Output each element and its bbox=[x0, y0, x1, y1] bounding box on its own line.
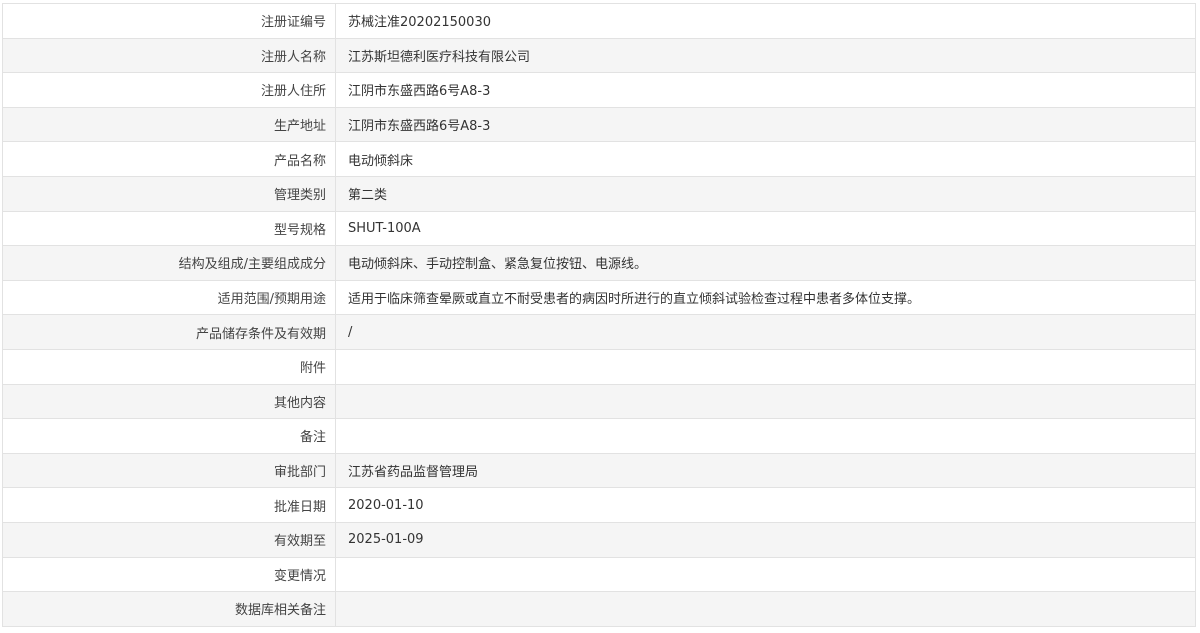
field-value: 2020-01-10 bbox=[335, 487, 1196, 523]
field-value: 适用于临床筛查晕厥或直立不耐受患者的病因时所进行的直立倾斜试验检查过程中患者多体… bbox=[335, 279, 1196, 316]
field-value: 江苏省药品监督管理局 bbox=[335, 452, 1196, 489]
field-value: SHUT-100A bbox=[335, 210, 1196, 247]
field-value: 第二类 bbox=[335, 175, 1196, 212]
table-row: 注册人名称 江苏斯坦德利医疗科技有限公司 bbox=[2, 37, 1196, 74]
field-label: 备注 bbox=[2, 418, 336, 454]
table-row: 产品名称 电动倾斜床 bbox=[2, 141, 1196, 177]
table-row: 结构及组成/主要组成成分 电动倾斜床、手动控制盒、紧急复位按钮、电源线。 bbox=[2, 245, 1196, 281]
field-value bbox=[335, 418, 1196, 454]
table-row: 变更情况 bbox=[2, 556, 1196, 593]
table-row: 适用范围/预期用途 适用于临床筛查晕厥或直立不耐受患者的病因时所进行的直立倾斜试… bbox=[2, 279, 1196, 316]
field-value: 苏械注准20202150030 bbox=[335, 3, 1196, 39]
table-row: 管理类别 第二类 bbox=[2, 175, 1196, 212]
field-label: 注册人名称 bbox=[2, 37, 336, 74]
field-value: 电动倾斜床、手动控制盒、紧急复位按钮、电源线。 bbox=[335, 245, 1196, 281]
field-value: 2025-01-09 bbox=[335, 521, 1196, 558]
table-row: 其他内容 bbox=[2, 383, 1196, 420]
field-label: 注册人住所 bbox=[2, 72, 336, 108]
field-label: 产品名称 bbox=[2, 141, 336, 177]
field-label: 生产地址 bbox=[2, 106, 336, 143]
table-row: 产品储存条件及有效期 / bbox=[2, 314, 1196, 350]
field-value bbox=[335, 383, 1196, 420]
field-label: 批准日期 bbox=[2, 487, 336, 523]
field-value: 电动倾斜床 bbox=[335, 141, 1196, 177]
field-value: 江阴市东盛西路6号A8-3 bbox=[335, 72, 1196, 108]
field-label: 审批部门 bbox=[2, 452, 336, 489]
field-label: 产品储存条件及有效期 bbox=[2, 314, 336, 350]
field-label: 管理类别 bbox=[2, 175, 336, 212]
table-row: 审批部门 江苏省药品监督管理局 bbox=[2, 452, 1196, 489]
table-row: 型号规格 SHUT-100A bbox=[2, 210, 1196, 247]
table-row: 注册人住所 江阴市东盛西路6号A8-3 bbox=[2, 72, 1196, 108]
field-label: 其他内容 bbox=[2, 383, 336, 420]
table-row: 批准日期 2020-01-10 bbox=[2, 487, 1196, 523]
field-value bbox=[335, 556, 1196, 593]
table-row: 数据库相关备注 bbox=[2, 591, 1196, 627]
field-label: 变更情况 bbox=[2, 556, 336, 593]
field-label: 有效期至 bbox=[2, 521, 336, 558]
registration-detail-table: 注册证编号 苏械注准20202150030 注册人名称 江苏斯坦德利医疗科技有限… bbox=[2, 3, 1196, 627]
field-label: 结构及组成/主要组成成分 bbox=[2, 245, 336, 281]
field-value: 江苏斯坦德利医疗科技有限公司 bbox=[335, 37, 1196, 74]
field-label: 数据库相关备注 bbox=[2, 591, 336, 627]
field-value bbox=[335, 591, 1196, 627]
field-value: / bbox=[335, 314, 1196, 350]
field-value bbox=[335, 348, 1196, 385]
table-row: 备注 bbox=[2, 418, 1196, 454]
field-label: 适用范围/预期用途 bbox=[2, 279, 336, 316]
detail-table-body: 注册证编号 苏械注准20202150030 注册人名称 江苏斯坦德利医疗科技有限… bbox=[2, 3, 1196, 627]
table-row: 有效期至 2025-01-09 bbox=[2, 521, 1196, 558]
table-row: 附件 bbox=[2, 348, 1196, 385]
table-row: 注册证编号 苏械注准20202150030 bbox=[2, 3, 1196, 39]
field-value: 江阴市东盛西路6号A8-3 bbox=[335, 106, 1196, 143]
field-label: 注册证编号 bbox=[2, 3, 336, 39]
table-row: 生产地址 江阴市东盛西路6号A8-3 bbox=[2, 106, 1196, 143]
field-label: 型号规格 bbox=[2, 210, 336, 247]
field-label: 附件 bbox=[2, 348, 336, 385]
